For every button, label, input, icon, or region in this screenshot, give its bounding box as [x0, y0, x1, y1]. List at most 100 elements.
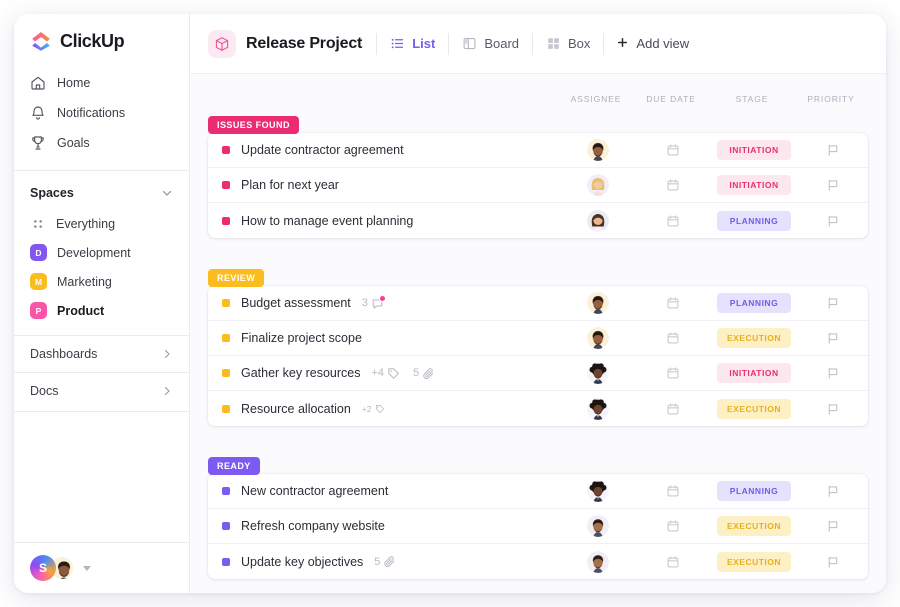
- tab-box[interactable]: Box: [533, 29, 603, 59]
- chevron-right-icon[interactable]: [161, 385, 173, 397]
- avatar[interactable]: [587, 362, 609, 384]
- sidebar-item-dashboards[interactable]: Dashboards: [14, 335, 189, 372]
- table-row[interactable]: New contractor agreementPLANNING: [208, 474, 868, 509]
- sidebar-item-everything[interactable]: Everything: [14, 209, 189, 238]
- avatar[interactable]: [587, 480, 609, 502]
- flag-icon[interactable]: [826, 555, 840, 569]
- due-date-cell[interactable]: [636, 143, 710, 157]
- task-meta-item[interactable]: 5: [413, 367, 435, 380]
- stage-cell[interactable]: EXECUTION: [710, 399, 798, 419]
- chevron-down-icon[interactable]: [161, 187, 173, 199]
- assignee-cell[interactable]: [560, 398, 636, 420]
- priority-cell[interactable]: [798, 484, 868, 498]
- priority-cell[interactable]: [798, 143, 868, 157]
- priority-cell[interactable]: [798, 402, 868, 416]
- assignee-cell[interactable]: [560, 362, 636, 384]
- status-badge[interactable]: INITIATION: [717, 363, 791, 383]
- sidebar-item-development[interactable]: D Development: [14, 238, 189, 267]
- stage-cell[interactable]: INITIATION: [710, 363, 798, 383]
- status-badge[interactable]: INITIATION: [717, 140, 791, 160]
- task-meta-item[interactable]: 3: [362, 297, 384, 310]
- priority-cell[interactable]: [798, 366, 868, 380]
- status-badge[interactable]: PLANNING: [717, 293, 791, 313]
- avatar[interactable]: [587, 210, 609, 232]
- flag-icon[interactable]: [826, 484, 840, 498]
- sidebar-footer[interactable]: S: [14, 542, 189, 593]
- avatar[interactable]: [587, 174, 609, 196]
- flag-icon[interactable]: [826, 214, 840, 228]
- assignee-cell[interactable]: [560, 210, 636, 232]
- stage-cell[interactable]: PLANNING: [710, 211, 798, 231]
- due-date-cell[interactable]: [636, 555, 710, 569]
- spaces-header[interactable]: Spaces: [14, 173, 189, 209]
- status-badge[interactable]: EXECUTION: [717, 399, 791, 419]
- stage-cell[interactable]: PLANNING: [710, 481, 798, 501]
- tab-list[interactable]: List: [377, 29, 448, 59]
- assignee-cell[interactable]: [560, 551, 636, 573]
- priority-cell[interactable]: [798, 214, 868, 228]
- table-row[interactable]: Resource allocation+2EXECUTION: [208, 391, 868, 426]
- status-badge[interactable]: EXECUTION: [717, 552, 791, 572]
- assignee-cell[interactable]: [560, 174, 636, 196]
- sidebar-item-goals[interactable]: Goals: [14, 128, 189, 158]
- stage-cell[interactable]: EXECUTION: [710, 516, 798, 536]
- table-row[interactable]: Finalize project scopeEXECUTION: [208, 321, 868, 356]
- status-badge[interactable]: EXECUTION: [717, 516, 791, 536]
- priority-cell[interactable]: [798, 555, 868, 569]
- flag-icon[interactable]: [826, 402, 840, 416]
- group-badge[interactable]: READY: [208, 457, 260, 475]
- due-date-cell[interactable]: [636, 178, 710, 192]
- flag-icon[interactable]: [826, 519, 840, 533]
- avatar[interactable]: [587, 515, 609, 537]
- table-row[interactable]: Update key objectives5EXECUTION: [208, 544, 868, 579]
- status-badge[interactable]: INITIATION: [717, 175, 791, 195]
- table-row[interactable]: Plan for next yearINITIATION: [208, 168, 868, 203]
- sidebar-item-docs[interactable]: Docs: [14, 372, 189, 409]
- group-badge[interactable]: REVIEW: [208, 269, 264, 287]
- due-date-cell[interactable]: [636, 366, 710, 380]
- workspace-avatar[interactable]: S: [30, 555, 56, 581]
- task-meta-item[interactable]: +4: [372, 367, 401, 380]
- priority-cell[interactable]: [798, 519, 868, 533]
- flag-icon[interactable]: [826, 366, 840, 380]
- sidebar-item-marketing[interactable]: M Marketing: [14, 267, 189, 296]
- sidebar-item-notifications[interactable]: Notifications: [14, 98, 189, 128]
- assignee-cell[interactable]: [560, 292, 636, 314]
- add-view-button[interactable]: Add view: [604, 29, 701, 59]
- tab-board[interactable]: Board: [449, 29, 532, 59]
- avatar[interactable]: [587, 292, 609, 314]
- due-date-cell[interactable]: [636, 484, 710, 498]
- due-date-cell[interactable]: [636, 519, 710, 533]
- brand[interactable]: ClickUp: [14, 14, 189, 66]
- flag-icon[interactable]: [826, 331, 840, 345]
- table-row[interactable]: Update contractor agreementINITIATION: [208, 133, 868, 168]
- status-badge[interactable]: PLANNING: [717, 211, 791, 231]
- priority-cell[interactable]: [798, 331, 868, 345]
- flag-icon[interactable]: [826, 143, 840, 157]
- stage-cell[interactable]: INITIATION: [710, 175, 798, 195]
- assignee-cell[interactable]: [560, 139, 636, 161]
- avatar[interactable]: [587, 139, 609, 161]
- flag-icon[interactable]: [826, 178, 840, 192]
- due-date-cell[interactable]: [636, 402, 710, 416]
- table-row[interactable]: Budget assessment3PLANNING: [208, 286, 868, 321]
- avatar[interactable]: [587, 398, 609, 420]
- status-badge[interactable]: EXECUTION: [717, 328, 791, 348]
- flag-icon[interactable]: [826, 296, 840, 310]
- table-row[interactable]: Gather key resources+45INITIATION: [208, 356, 868, 391]
- assignee-cell[interactable]: [560, 515, 636, 537]
- due-date-cell[interactable]: [636, 331, 710, 345]
- group-badge[interactable]: ISSUES FOUND: [208, 116, 299, 134]
- sidebar-item-home[interactable]: Home: [14, 68, 189, 98]
- task-meta-item[interactable]: +2: [362, 404, 385, 414]
- status-badge[interactable]: PLANNING: [717, 481, 791, 501]
- stage-cell[interactable]: EXECUTION: [710, 328, 798, 348]
- due-date-cell[interactable]: [636, 296, 710, 310]
- assignee-cell[interactable]: [560, 327, 636, 349]
- task-meta-item[interactable]: 5: [374, 555, 396, 568]
- avatar[interactable]: [587, 327, 609, 349]
- stage-cell[interactable]: EXECUTION: [710, 552, 798, 572]
- caret-down-icon[interactable]: [83, 566, 91, 571]
- avatar[interactable]: [587, 551, 609, 573]
- sidebar-item-product[interactable]: P Product: [14, 296, 189, 325]
